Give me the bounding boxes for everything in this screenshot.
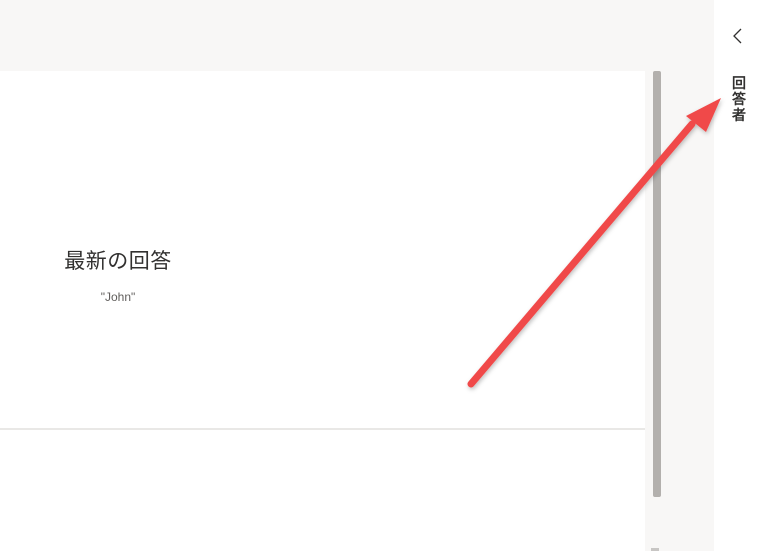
scrollbar-thumb[interactable] (653, 71, 661, 497)
collapse-panel-button[interactable] (724, 22, 752, 50)
latest-response-title: 最新の回答 (64, 249, 172, 273)
respondents-label-char-2: 答 (732, 92, 746, 108)
app-window: 最新の回答 "John" 回 答 者 (0, 0, 762, 551)
chevron-left-icon (733, 28, 742, 44)
respondents-label-char-3: 者 (732, 108, 746, 124)
respondents-label-char-1: 回 (732, 76, 746, 92)
next-card (0, 430, 645, 551)
respondents-tab-label[interactable]: 回 答 者 (731, 76, 747, 124)
header-band (0, 0, 714, 71)
latest-response-value: "John" (100, 290, 136, 304)
